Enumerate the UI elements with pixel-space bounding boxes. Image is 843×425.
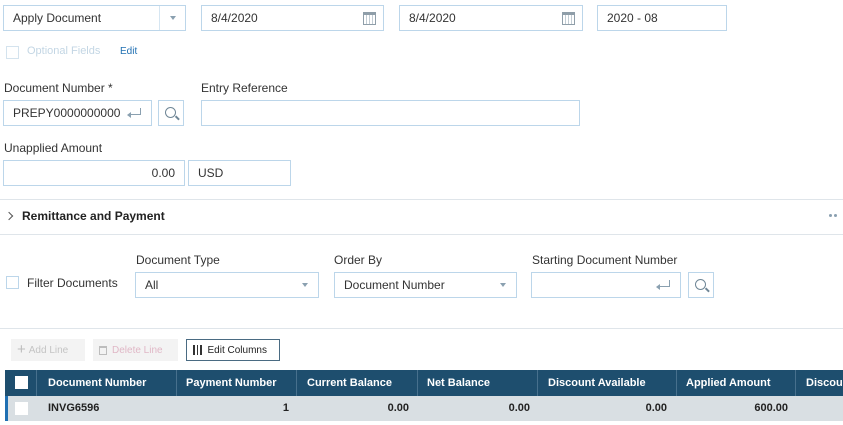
column-divider [676,370,677,396]
currency-text: USD [198,166,224,180]
period-value: 2020 - 08 [607,11,658,25]
column-header-applied-amount[interactable]: Applied Amount [686,370,791,396]
document-number-label: Document Number * [4,81,113,95]
column-divider [36,370,37,396]
filter-documents-label: Filter Documents [27,276,118,290]
column-divider [176,370,177,396]
order-by-label: Order By [334,253,383,267]
plus-icon: + [17,341,26,358]
section-divider-top [0,199,843,200]
unapplied-amount-label: Unapplied Amount [4,141,103,155]
starting-document-number-label: Starting Document Number [532,253,678,267]
period-input[interactable]: 2020 - 08 [597,5,727,31]
column-divider [795,370,796,396]
column-header-payment-number[interactable]: Payment Number [186,370,294,396]
column-header-document-number[interactable]: Document Number [48,370,174,396]
select-all-checkbox[interactable] [15,376,28,389]
posting-date-value: 8/4/2020 [409,11,456,25]
add-line-button[interactable]: + Add Line [11,339,85,361]
action-dropdown[interactable]: Apply Document [3,5,186,31]
column-divider [417,370,418,396]
chevron-right-icon [4,211,14,221]
search-icon [694,278,706,290]
cell-payment-number: 1 [282,402,289,414]
trash-icon [99,345,107,355]
chevron-down-icon[interactable] [490,273,516,297]
entry-reference-label: Entry Reference [201,81,288,95]
remittance-section-toggle[interactable]: Remittance and Payment [4,208,165,224]
document-type-dropdown[interactable]: All [135,272,319,298]
document-number-input[interactable]: PREPY0000000000 [3,100,152,126]
starting-document-search-button[interactable] [688,272,714,298]
optional-fields-label: Optional Fields [27,45,101,57]
document-type-label: Document Type [136,253,220,267]
cell-net-balance: 0.00 [508,402,530,414]
chevron-down-icon[interactable] [159,6,185,30]
enter-icon[interactable] [656,280,670,290]
edit-columns-button[interactable]: Edit Columns [186,339,280,361]
column-header-current-balance[interactable]: Current Balance [307,370,415,396]
entry-reference-input[interactable] [201,100,580,126]
order-by-value: Document Number [344,278,445,292]
document-date-value: 8/4/2020 [211,11,258,25]
starting-document-number-input[interactable] [531,272,681,298]
column-divider [296,370,297,396]
calendar-icon[interactable] [363,12,376,25]
column-header-discount[interactable]: Discou [806,370,843,396]
cell-discount-available: 0.00 [645,402,667,414]
document-search-button[interactable] [158,100,184,126]
document-date-input[interactable]: 8/4/2020 [201,5,384,31]
section-divider-bottom [0,328,843,329]
action-value: Apply Document [13,11,102,25]
more-icon[interactable] [829,214,843,218]
row-checkbox[interactable] [15,402,28,415]
column-header-discount-available[interactable]: Discount Available [548,370,674,396]
chevron-down-icon[interactable] [292,273,318,297]
edit-columns-label: Edit Columns [207,344,267,356]
column-header-net-balance[interactable]: Net Balance [427,370,535,396]
document-number-value: PREPY0000000000 [13,106,121,120]
column-divider [537,370,538,396]
optional-fields-edit-link[interactable]: Edit [120,46,137,57]
unapplied-amount-value: 0.00 [3,160,185,186]
add-line-label: Add Line [28,344,69,356]
delete-line-button[interactable]: Delete Line [93,339,178,361]
row-selection-indicator [5,396,8,421]
currency-field: USD [188,160,291,186]
filter-documents-checkbox[interactable] [6,276,19,289]
optional-fields-checkbox[interactable] [6,46,19,59]
calendar-icon[interactable] [562,12,575,25]
posting-date-input[interactable]: 8/4/2020 [399,5,583,31]
grid-header: Document Number Payment Number Current B… [5,370,843,396]
order-by-dropdown[interactable]: Document Number [334,272,517,298]
remittance-section-title: Remittance and Payment [22,209,165,223]
section-divider-mid [0,234,843,235]
cell-applied-amount: 600.00 [754,402,788,414]
enter-icon[interactable] [127,108,141,118]
table-row[interactable]: INVG6596 1 0.00 0.00 0.00 600.00 [5,396,843,421]
search-icon [164,106,176,118]
cell-document-number: INVG6596 [48,402,100,414]
columns-icon [193,345,202,355]
cell-current-balance: 0.00 [387,402,409,414]
delete-line-label: Delete Line [112,344,163,356]
unapplied-amount-text: 0.00 [151,166,175,180]
document-type-value: All [145,278,159,292]
